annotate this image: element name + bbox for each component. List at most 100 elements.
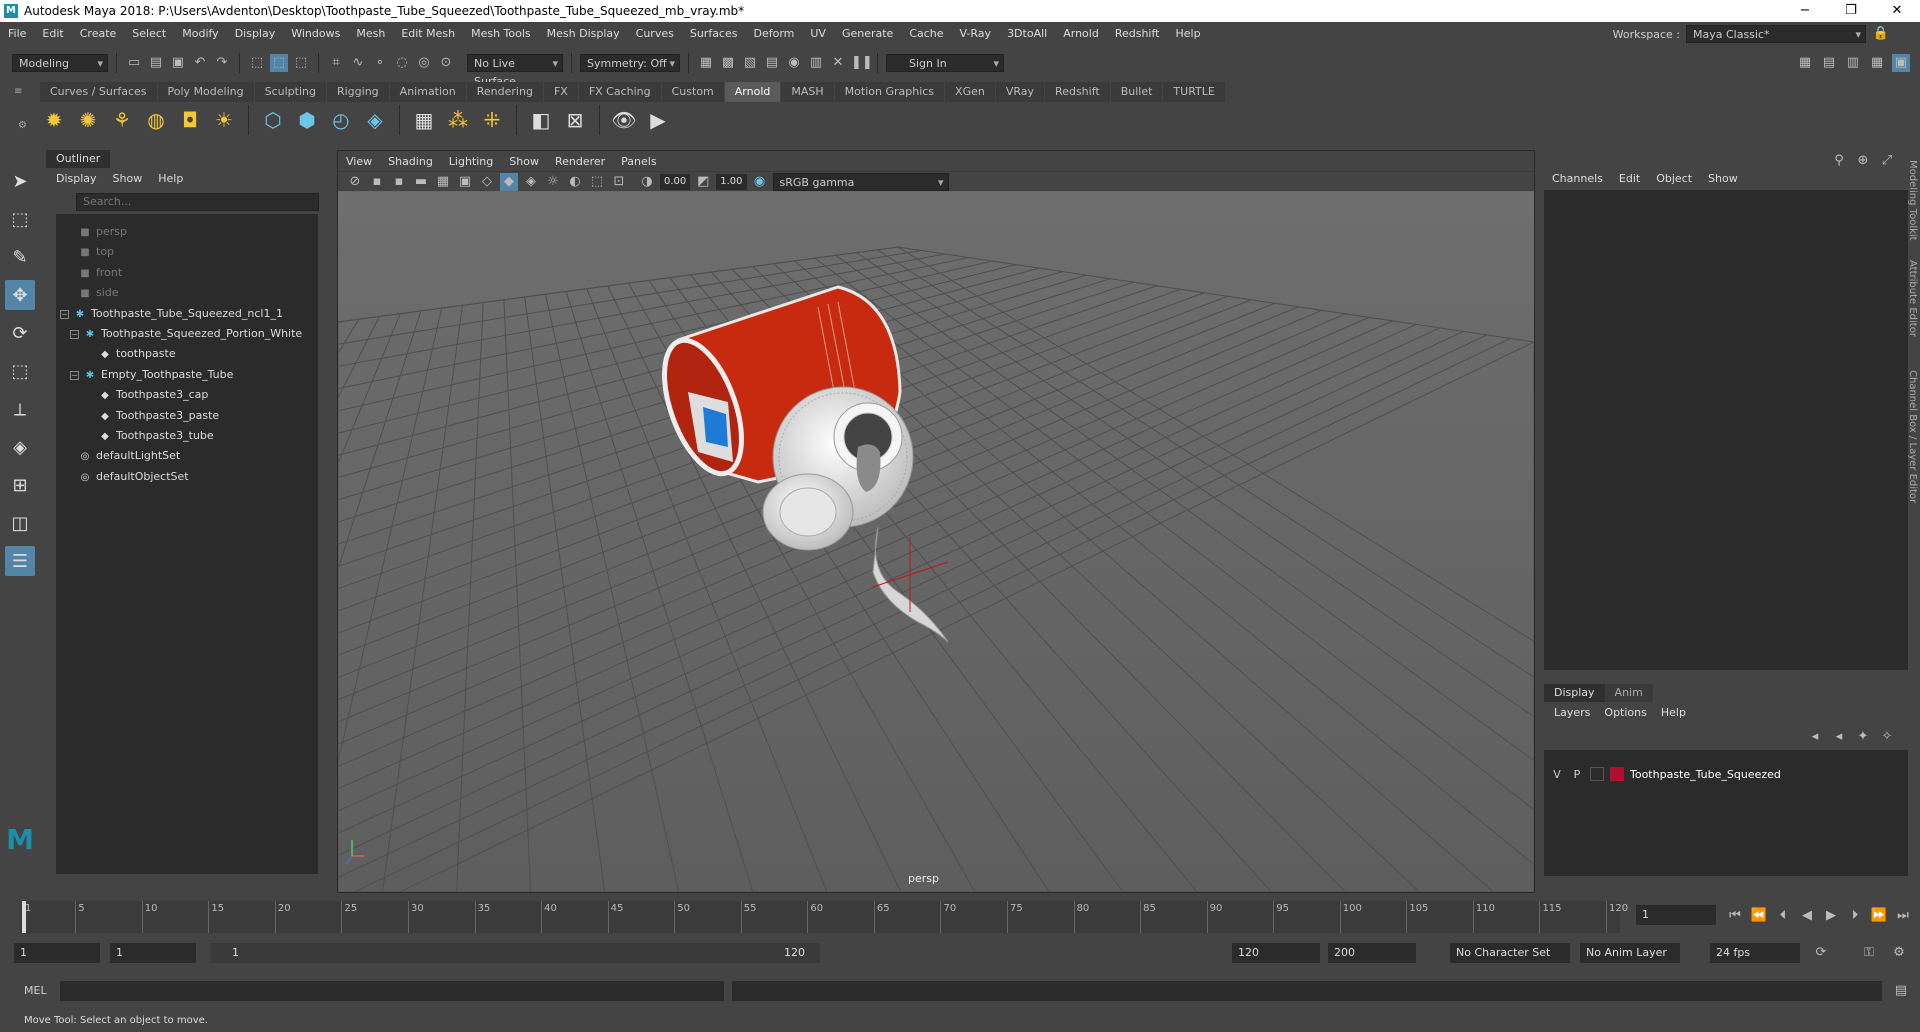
shelf-tab-curves-surfaces[interactable]: Curves / Surfaces bbox=[40, 82, 157, 102]
viewport-menu-view[interactable]: View bbox=[346, 155, 372, 168]
lock-icon[interactable]: 🔒 bbox=[1872, 25, 1890, 43]
play-forward-icon[interactable]: ▶ bbox=[1822, 907, 1840, 925]
outliner-node[interactable]: ◆ Toothpaste3_paste bbox=[98, 406, 219, 426]
menu-generate[interactable]: Generate bbox=[834, 27, 901, 40]
go-to-end-icon[interactable]: ⏭ bbox=[1894, 907, 1912, 925]
channel-menu-channels[interactable]: Channels bbox=[1552, 172, 1603, 185]
shelf-tab-bullet[interactable]: Bullet bbox=[1110, 82, 1163, 102]
time-slider[interactable]: 1 5 10 15 20 25 30 35 40 45 50 55 60 65 70 75 80 85 90 95 10… bbox=[0, 899, 1920, 937]
shelf-tab-animation[interactable]: Animation bbox=[389, 82, 466, 102]
menu-surfaces[interactable]: Surfaces bbox=[682, 27, 746, 40]
select-hierarchy-icon[interactable]: ⬚ bbox=[248, 54, 266, 72]
new-scene-icon[interactable]: ▭ bbox=[125, 54, 143, 72]
layer-menu-options[interactable]: Options bbox=[1604, 706, 1646, 719]
shelf-tab-fx-caching[interactable]: FX Caching bbox=[578, 82, 661, 102]
play-backward-icon[interactable]: ◀ bbox=[1798, 907, 1816, 925]
menu-create[interactable]: Create bbox=[72, 27, 125, 40]
workspace-dropdown[interactable]: Maya Classic* bbox=[1686, 25, 1866, 44]
menu-cache[interactable]: Cache bbox=[901, 27, 951, 40]
render-settings-icon[interactable]: ▤ bbox=[763, 54, 781, 72]
step-forward-frame-icon[interactable]: ⏵ bbox=[1846, 907, 1864, 925]
shelf-tab-custom[interactable]: Custom bbox=[661, 82, 724, 102]
shelf-menu-icon[interactable]: ≡ bbox=[14, 86, 26, 97]
script-editor-icon[interactable]: ▤ bbox=[1892, 982, 1910, 1000]
select-object-icon[interactable]: ⬚ bbox=[270, 54, 288, 72]
ai-area-light-icon[interactable]: ✹ bbox=[40, 106, 68, 134]
menu-set-dropdown[interactable]: Modeling bbox=[12, 54, 108, 73]
current-time-marker[interactable] bbox=[22, 901, 26, 933]
menu-windows[interactable]: Windows bbox=[283, 27, 348, 40]
exposure-icon[interactable]: ◑ bbox=[638, 173, 656, 191]
expand-toggle-icon[interactable]: − bbox=[60, 309, 69, 319]
anim-prefs-icon[interactable]: ⚙ bbox=[1890, 944, 1908, 962]
auto-key-icon[interactable]: ⚿ bbox=[1860, 944, 1878, 962]
ai-render-icon[interactable]: ▶ bbox=[644, 106, 672, 134]
ai-light-portal-icon[interactable]: ◘ bbox=[176, 106, 204, 134]
xray-icon[interactable]: ⊡ bbox=[610, 173, 628, 191]
ai-shader-icon[interactable]: ◧ bbox=[527, 106, 555, 134]
ai-export-icon[interactable]: ◈ bbox=[361, 106, 389, 134]
playback-start-field[interactable]: 1 bbox=[110, 943, 196, 963]
snap-live-icon[interactable]: ⊙ bbox=[437, 54, 455, 72]
render-frame-icon[interactable]: ▦ bbox=[697, 54, 715, 72]
viewport-menu-shading[interactable]: Shading bbox=[388, 155, 433, 168]
live-surface-dropdown[interactable]: No Live Surface bbox=[467, 54, 563, 88]
outliner-node[interactable]: ■ persp bbox=[78, 222, 127, 242]
snap-curve-icon[interactable]: ∿ bbox=[349, 54, 367, 72]
maximize-button[interactable]: ❐ bbox=[1828, 0, 1874, 22]
viewport-menu-panels[interactable]: Panels bbox=[621, 155, 656, 168]
side-tab-attribute-editor[interactable]: Attribute Editor bbox=[1904, 260, 1918, 337]
ai-material-icon[interactable]: ⊠ bbox=[561, 106, 589, 134]
wireframe-icon[interactable]: ◇ bbox=[478, 173, 496, 191]
outliner-tab[interactable]: Outliner bbox=[46, 150, 111, 168]
select-tool-icon[interactable]: ➤ bbox=[5, 166, 35, 196]
close-button[interactable]: ✕ bbox=[1874, 0, 1920, 22]
ai-volume-icon[interactable]: ⬢ bbox=[293, 106, 321, 134]
symmetry-dropdown[interactable]: Symmetry: Off bbox=[580, 54, 680, 73]
viewport-menu-renderer[interactable]: Renderer bbox=[555, 155, 605, 168]
outliner-menu-display[interactable]: Display bbox=[56, 172, 97, 185]
menu-file[interactable]: File bbox=[0, 27, 34, 40]
snap-grid-icon[interactable]: ⌗ bbox=[327, 54, 345, 72]
sign-in-dropdown[interactable]: Sign In bbox=[886, 54, 1004, 73]
channel-menu-show[interactable]: Show bbox=[1708, 172, 1738, 185]
layer-type-toggle[interactable] bbox=[1590, 767, 1604, 781]
arnold-render-icon[interactable]: ▥ bbox=[807, 54, 825, 72]
tool-settings-icon[interactable]: ▥ bbox=[1844, 54, 1862, 72]
channel-menu-edit[interactable]: Edit bbox=[1619, 172, 1640, 185]
tools-icon[interactable]: ✕ bbox=[829, 54, 847, 72]
shelf-tab-arnold[interactable]: Arnold bbox=[724, 82, 781, 102]
camera-attributes-icon[interactable]: ▪ bbox=[368, 173, 386, 191]
channel-menu-object[interactable]: Object bbox=[1656, 172, 1692, 185]
go-to-start-icon[interactable]: ⏮ bbox=[1726, 907, 1744, 925]
ai-tx-manager-icon[interactable]: ⁜ bbox=[478, 106, 506, 134]
outliner-node[interactable]: ◆ toothpaste bbox=[98, 344, 175, 364]
outliner-layout-icon[interactable]: ☰ bbox=[5, 546, 35, 576]
side-tab-channel-box-layer-editor[interactable]: Channel Box / Layer Editor bbox=[1904, 370, 1918, 503]
single-perspective-layout-icon[interactable]: ◈ bbox=[5, 432, 35, 462]
outliner-node[interactable]: − ✱ Empty_Toothpaste_Tube bbox=[70, 365, 233, 385]
layer-color-swatch[interactable] bbox=[1610, 767, 1624, 781]
mel-input[interactable] bbox=[60, 981, 724, 1001]
shelf-tab-mash[interactable]: MASH bbox=[781, 82, 834, 102]
shelf-tab-rigging[interactable]: Rigging bbox=[326, 82, 389, 102]
gamma-icon[interactable]: ◩ bbox=[694, 173, 712, 191]
render-view-icon[interactable]: ▩ bbox=[719, 54, 737, 72]
menu-uv[interactable]: UV bbox=[802, 27, 834, 40]
viewport-menu-show[interactable]: Show bbox=[509, 155, 539, 168]
shelf-tab-redshift[interactable]: Redshift bbox=[1045, 82, 1110, 102]
step-back-key-icon[interactable]: ⏪ bbox=[1750, 907, 1768, 925]
exposure-field[interactable]: 0.00 bbox=[660, 173, 691, 190]
ai-mesh-light-icon[interactable]: ✺ bbox=[74, 106, 102, 134]
ai-texture-icon[interactable]: ⁂ bbox=[444, 106, 472, 134]
channel-box-icon[interactable]: ▦ bbox=[1868, 54, 1886, 72]
menu-edit-mesh[interactable]: Edit Mesh bbox=[393, 27, 463, 40]
ai-photometric-light-icon[interactable]: ⚘ bbox=[108, 106, 136, 134]
menu-mesh-tools[interactable]: Mesh Tools bbox=[463, 27, 539, 40]
3d-scene[interactable]: persp bbox=[338, 192, 1534, 892]
rotate-tool-icon[interactable]: ⟳ bbox=[5, 318, 35, 348]
viewport-menu-lighting[interactable]: Lighting bbox=[449, 155, 493, 168]
outliner-menu-help[interactable]: Help bbox=[158, 172, 183, 185]
move-layer-down-icon[interactable]: ◂ bbox=[1830, 728, 1848, 746]
outliner-node[interactable]: ◆ Toothpaste3_cap bbox=[98, 385, 208, 405]
